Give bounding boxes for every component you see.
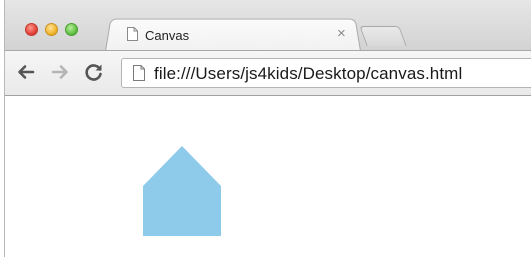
zoom-window-button[interactable] <box>65 23 78 36</box>
browser-window: Canvas × file:///Users/js4kids/Desktop/c… <box>4 0 531 257</box>
page-content <box>5 96 531 257</box>
tab-strip: Canvas × <box>5 0 531 51</box>
reload-icon[interactable] <box>83 61 105 83</box>
arrow-left-icon[interactable] <box>15 61 37 83</box>
toolbar: file:///Users/js4kids/Desktop/canvas.htm… <box>5 50 531 96</box>
new-tab-button[interactable] <box>359 26 407 46</box>
tab-content[interactable]: Canvas × <box>117 25 357 47</box>
close-tab-icon[interactable]: × <box>337 25 346 43</box>
document-icon <box>127 27 138 41</box>
house-shape <box>143 146 221 236</box>
close-window-button[interactable] <box>25 23 38 36</box>
tab-title: Canvas <box>145 28 190 43</box>
arrow-right-icon[interactable] <box>49 61 71 83</box>
minimize-window-button[interactable] <box>45 23 58 36</box>
address-bar[interactable]: file:///Users/js4kids/Desktop/canvas.htm… <box>121 58 531 88</box>
page-icon <box>133 65 145 81</box>
address-url[interactable]: file:///Users/js4kids/Desktop/canvas.htm… <box>154 64 462 84</box>
